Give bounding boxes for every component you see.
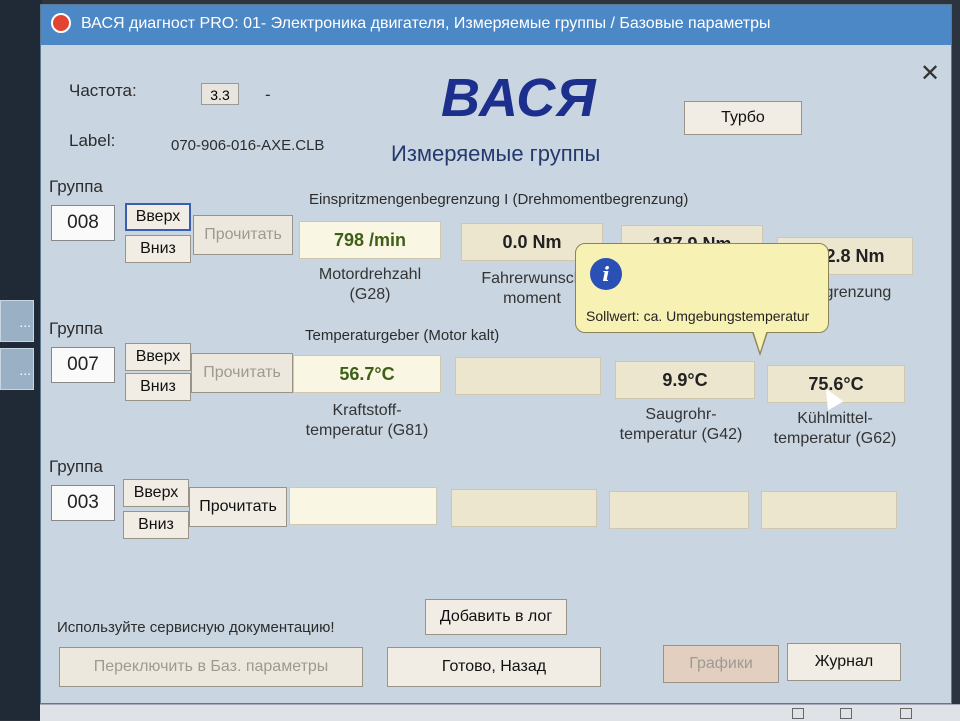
service-doc-hint: Используйте сервисную документацию! [57,619,335,636]
close-button[interactable]: ✕ [917,61,943,87]
group-number-input[interactable]: 008 [51,205,115,241]
group-heading: Группа [49,319,103,338]
background-window-strip [40,704,960,721]
minimize-icon[interactable] [792,708,804,719]
graphs-button[interactable]: Графики [663,645,779,683]
brand-logo: ВАСЯ [441,68,597,128]
group-number-input[interactable]: 007 [51,347,115,383]
title-bar[interactable]: ВАСЯ диагност PRO: 01- Электроника двига… [41,5,951,45]
maximize-icon[interactable] [840,708,852,719]
measured-value-3 [609,491,749,529]
close-icon[interactable] [900,708,912,719]
main-window: ВАСЯ диагност PRO: 01- Электроника двига… [40,4,952,704]
measured-value-2 [455,357,601,395]
group-down-button[interactable]: Вниз [123,511,189,539]
frequency-label: Частота: [69,81,137,100]
tooltip-pointer-fill [753,330,767,352]
journal-button[interactable]: Журнал [787,643,901,681]
read-button[interactable]: Прочитать [193,215,293,255]
group-up-button[interactable]: Вверх [125,343,191,371]
done-back-button[interactable]: Готово, Назад [387,647,601,687]
value-caption-3: Saugrohr- temperatur (G42) [619,406,743,443]
group-heading: Группа [49,457,103,476]
tooltip-text: Sollwert: ca. Umgebungstemperatur [586,308,810,324]
group-up-button[interactable]: Вверх [123,479,189,507]
frequency-value: 3.3 [201,83,239,105]
switch-basic-params-button[interactable]: Переключить в Баз. параметры [59,647,363,687]
app-logo-icon [51,13,71,33]
window-title: ВАСЯ диагност PRO: 01- Электроника двига… [81,15,771,32]
label-file: 070-906-016-AXE.CLB [171,137,325,154]
read-button[interactable]: Прочитать [191,353,293,393]
group-title: Einspritzmengenbegrenzung I (Drehmomentb… [309,191,689,208]
tooltip-balloon: i Sollwert: ca. Umgebungstemperatur [575,243,829,356]
group-down-button[interactable]: Вниз [125,235,191,263]
measured-value-1 [289,487,437,525]
turbo-button[interactable]: Турбо [684,101,802,135]
group-up-button[interactable]: Вверх [125,203,191,231]
measured-value-2 [451,489,597,527]
group-heading: Группа [49,177,103,196]
measured-value-4 [761,491,897,529]
measured-value-1: 798 /min [299,221,441,259]
value-caption-1: Kraftstoff- temperatur (G81) [305,402,429,439]
measured-value-3: 9.9°C [615,361,755,399]
group-number-input[interactable]: 003 [51,485,115,521]
read-button[interactable]: Прочитать [189,487,287,527]
measured-value-1: 56.7°C [293,355,441,393]
label-label: Label: [69,131,116,150]
value-caption-1: Motordrehzahl (G28) [318,266,422,303]
add-to-log-button[interactable]: Добавить в лог [425,599,567,635]
page-title: Измеряемые группы [391,141,601,166]
value-caption-4: Kühlmittel- temperatur (G62) [773,410,897,447]
desktop-tile[interactable]: ... [0,300,34,342]
group-down-button[interactable]: Вниз [125,373,191,401]
frequency-dash: - [265,85,271,104]
info-icon: i [590,258,622,290]
group-title: Temperaturgeber (Motor kalt) [305,327,500,344]
desktop-tile[interactable]: ... [0,348,34,390]
